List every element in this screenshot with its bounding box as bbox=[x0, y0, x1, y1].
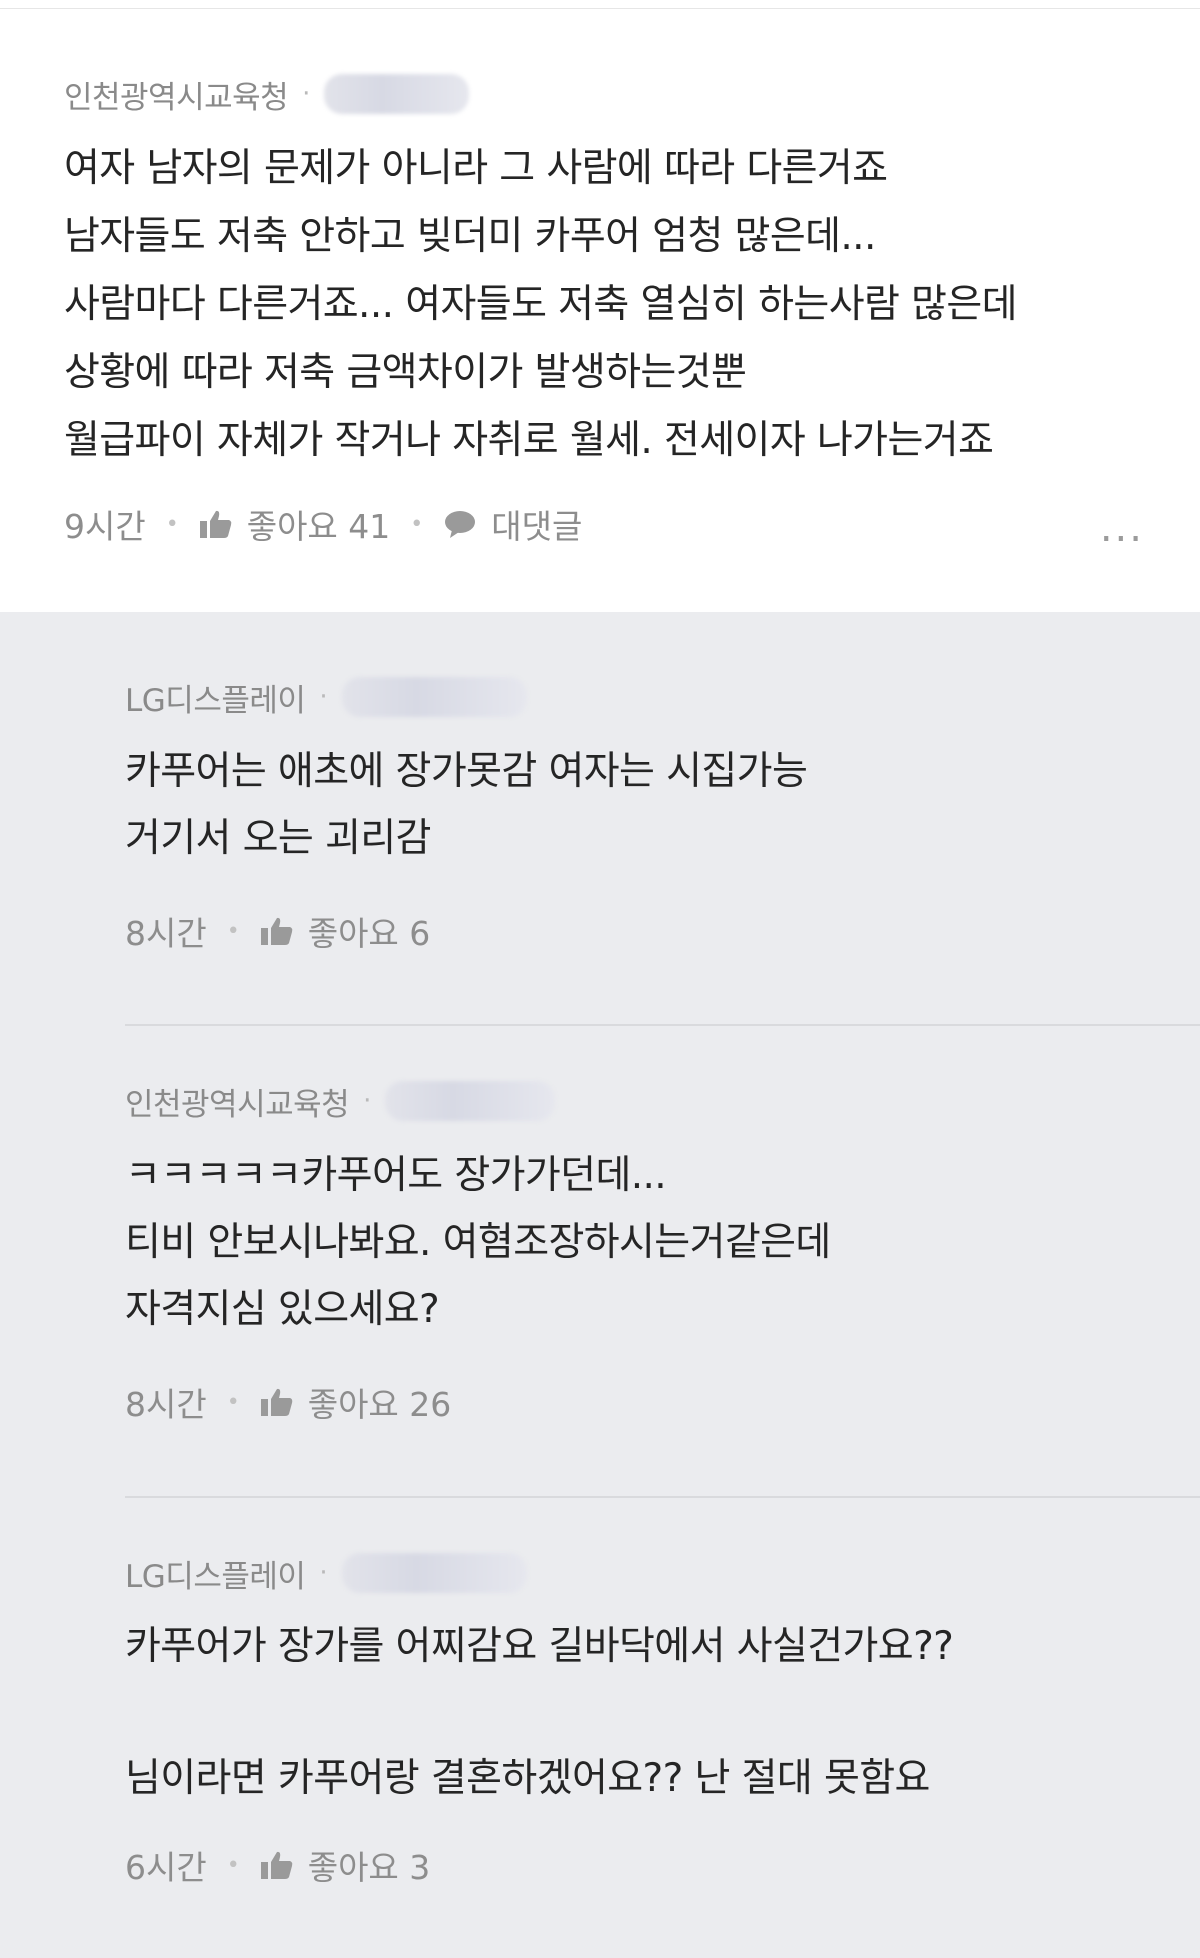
redacted-author-detail bbox=[324, 74, 470, 114]
separator-dot: • bbox=[226, 1852, 240, 1878]
thumbs-up-icon bbox=[260, 1850, 294, 1880]
like-button[interactable]: 좋아요 41 bbox=[199, 500, 391, 548]
comment-body: 여자 남자의 문제가 아니라 그 사람에 따라 다른거죠 남자들도 저축 안하고… bbox=[64, 135, 1200, 475]
speech-bubble-icon bbox=[443, 509, 477, 539]
more-dots-icon[interactable]: ... bbox=[1100, 508, 1144, 548]
reply-line: ㅋㅋㅋㅋㅋ카푸어도 장가가던데... bbox=[125, 1153, 667, 1198]
reply-label: 대댓글 bbox=[491, 507, 583, 546]
comment-line: 여자 남자의 문제가 아니라 그 사람에 따라 다른거죠 bbox=[64, 146, 888, 191]
separator-dot: • bbox=[226, 1389, 240, 1415]
reply-body: 카푸어는 애초에 장가못감 여자는 시집가능 거기서 오는 괴리감 bbox=[125, 738, 1200, 872]
reply-line: 카푸어가 장가를 어찌감요 길바닥에서 사실건가요?? bbox=[125, 1624, 954, 1669]
reply-list: LG디스플레이 · 카푸어는 애초에 장가못감 여자는 시집가능 거기서 오는 … bbox=[0, 612, 1200, 1958]
comment-author[interactable]: 인천광역시교육청 bbox=[64, 72, 289, 117]
reply-body: ㅋㅋㅋㅋㅋ카푸어도 장가가던데... 티비 안보시나봐요. 여혐조장하시는거같은… bbox=[125, 1142, 1200, 1343]
reply-item: LG디스플레이 · 카푸어가 장가를 어찌감요 길바닥에서 사실건가요?? 님이… bbox=[125, 1498, 1200, 1958]
comment-line: 남자들도 저축 안하고 빚더미 카푸어 엄청 많은데... bbox=[64, 214, 876, 259]
separator-dot: · bbox=[319, 682, 328, 712]
reply-author-row: LG디스플레이 · bbox=[125, 672, 1200, 722]
reply-meta: 8시간 • 좋아요 26 bbox=[125, 1377, 1200, 1427]
reply-line: 거기서 오는 괴리감 bbox=[125, 816, 431, 861]
reply-line: 티비 안보시나봐요. 여혐조장하시는거같은데 bbox=[125, 1220, 831, 1265]
reply-line bbox=[125, 1680, 1200, 1746]
reply-author[interactable]: LG디스플레이 bbox=[125, 1551, 306, 1596]
thumbs-up-icon bbox=[199, 509, 233, 539]
reply-time: 8시간 bbox=[125, 914, 207, 953]
like-count: 좋아요 41 bbox=[246, 507, 391, 546]
reply-line: 자격지심 있으세요? bbox=[125, 1287, 440, 1332]
comment-line: 월급파이 자체가 작거나 자취로 월세. 전세이자 나가는거죠 bbox=[64, 418, 994, 463]
like-count: 좋아요 6 bbox=[307, 914, 431, 953]
main-comment: 인천광역시교육청 · 여자 남자의 문제가 아니라 그 사람에 따라 다른거죠 … bbox=[0, 9, 1200, 612]
top-border bbox=[0, 0, 1200, 9]
like-button[interactable]: 좋아요 6 bbox=[260, 907, 431, 955]
reply-line: 카푸어는 애초에 장가못감 여자는 시집가능 bbox=[125, 749, 808, 794]
reply-time: 6시간 bbox=[125, 1848, 207, 1887]
redacted-author-detail bbox=[341, 677, 527, 717]
redacted-author-detail bbox=[385, 1081, 556, 1121]
separator-dot: · bbox=[302, 79, 311, 109]
comment-line: 사람마다 다른거죠... 여자들도 저축 열심히 하는사람 많은데 bbox=[64, 282, 1018, 327]
like-count: 좋아요 26 bbox=[307, 1385, 452, 1424]
reply-time: 8시간 bbox=[125, 1385, 207, 1424]
like-button[interactable]: 좋아요 3 bbox=[260, 1841, 431, 1889]
reply-item: LG디스플레이 · 카푸어는 애초에 장가못감 여자는 시집가능 거기서 오는 … bbox=[125, 612, 1200, 1024]
thumbs-up-icon bbox=[260, 916, 294, 946]
reply-meta: 6시간 • 좋아요 3 bbox=[125, 1840, 1200, 1890]
separator-dot: · bbox=[363, 1086, 372, 1116]
thumbs-up-icon bbox=[260, 1387, 294, 1417]
separator-dot: • bbox=[226, 918, 240, 944]
reply-author[interactable]: LG디스플레이 bbox=[125, 675, 306, 720]
like-button[interactable]: 좋아요 26 bbox=[260, 1378, 452, 1426]
reply-author-row: LG디스플레이 · bbox=[125, 1548, 1200, 1598]
separator-dot: · bbox=[319, 1558, 328, 1588]
separator-dot: • bbox=[165, 511, 179, 537]
comment-meta: 9시간 • 좋아요 41 • 대댓글 bbox=[64, 499, 1200, 549]
reply-meta: 8시간 • 좋아요 6 bbox=[125, 906, 1200, 956]
reply-body: 카푸어가 장가를 어찌감요 길바닥에서 사실건가요?? 님이라면 카푸어랑 결혼… bbox=[125, 1614, 1200, 1812]
reply-line: 님이라면 카푸어랑 결혼하겠어요?? 난 절대 못함요 bbox=[125, 1756, 930, 1801]
reply-author[interactable]: 인천광역시교육청 bbox=[125, 1079, 350, 1124]
comment-line: 상황에 따라 저축 금액차이가 발생하는것뿐 bbox=[64, 350, 747, 395]
reply-button[interactable]: 대댓글 bbox=[443, 500, 582, 548]
reply-author-row: 인천광역시교육청 · bbox=[125, 1076, 1200, 1126]
comment-time: 9시간 bbox=[64, 507, 146, 546]
like-count: 좋아요 3 bbox=[307, 1848, 431, 1887]
reply-item: 인천광역시교육청 · ㅋㅋㅋㅋㅋ카푸어도 장가가던데... 티비 안보시나봐요.… bbox=[125, 1026, 1200, 1496]
redacted-author-detail bbox=[341, 1553, 527, 1593]
separator-dot: • bbox=[410, 511, 424, 537]
comment-author-row: 인천광역시교육청 · bbox=[64, 69, 1200, 119]
